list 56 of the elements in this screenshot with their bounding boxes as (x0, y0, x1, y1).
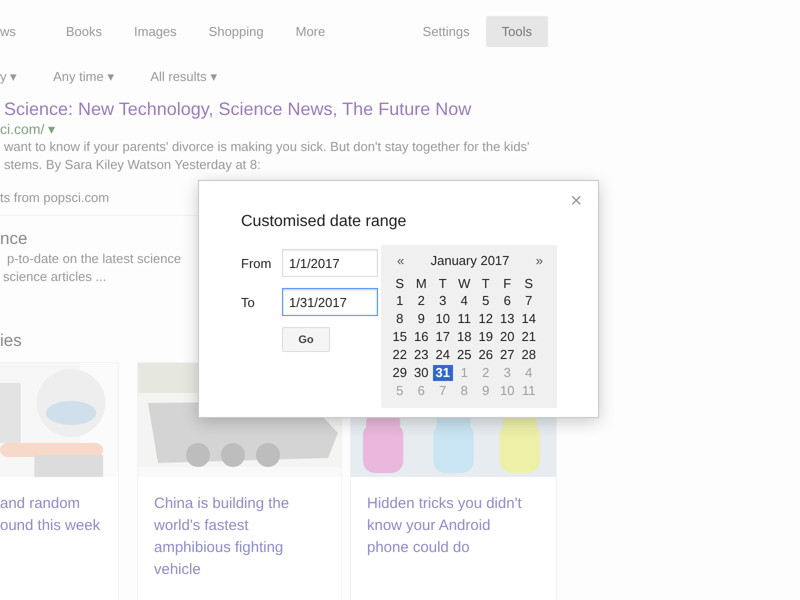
calendar-day[interactable]: 22 (390, 347, 410, 363)
to-label: To (241, 294, 256, 310)
month-title: January 2017 (430, 253, 510, 268)
calendar-day[interactable]: 21 (519, 329, 538, 345)
result-title[interactable]: nce (0, 228, 28, 250)
weekday-label: M (414, 276, 428, 292)
result-snippet: p-to-date on the latest science (7, 250, 182, 268)
weekday-label: S (523, 276, 534, 292)
calendar-day[interactable]: 2 (412, 293, 431, 309)
result-snippet: stems. By Sara Kiley Watson Yesterday at 8: (4, 156, 261, 174)
calendar-day[interactable]: 6 (498, 293, 517, 309)
calendar-day[interactable]: 9 (412, 311, 431, 327)
calendar-day[interactable]: 24 (433, 347, 452, 363)
calendar-day[interactable]: 23 (412, 347, 431, 363)
weekday-label: S (394, 276, 406, 292)
from-date-field[interactable]: 1/1/2017 (282, 249, 378, 277)
nav-tab[interactable]: Tools (486, 16, 548, 46)
dialog-title: Customised date range (241, 213, 408, 231)
calendar-day[interactable]: 11 (454, 311, 474, 327)
calendar-day[interactable]: 26 (476, 347, 496, 363)
calendar-day[interactable]: 17 (433, 329, 452, 345)
result-title[interactable]: Science: New Technology, Science News, The Future Now (4, 98, 472, 120)
calendar-day[interactable]: 1 (390, 293, 410, 309)
result-url: ci.com/ ▾ (0, 120, 56, 138)
calendar-day[interactable]: 30 (412, 365, 431, 381)
calendar-day[interactable]: 15 (390, 329, 410, 345)
calendar-day[interactable]: 28 (519, 347, 538, 363)
next-month-button[interactable]: » (536, 253, 543, 268)
go-button[interactable]: Go (282, 327, 330, 352)
calendar-day[interactable]: 29 (390, 365, 410, 381)
weekday-label: T (480, 276, 491, 292)
calendar-day[interactable]: 13 (498, 311, 517, 327)
result-snippet: science articles ... (3, 268, 106, 286)
calendar-day[interactable]: 8 (390, 311, 410, 327)
calendar-day[interactable]: 31 (433, 365, 452, 381)
calendar-day[interactable]: 3 (433, 293, 452, 309)
calendar-day[interactable]: 4 (454, 293, 474, 309)
weekday-label: W (457, 276, 472, 292)
to-date-field[interactable]: 1/31/2017 (282, 288, 378, 316)
calendar-day[interactable]: 19 (476, 329, 496, 345)
calendar-day[interactable]: 27 (498, 347, 517, 363)
section-heading: ies (0, 330, 22, 352)
previous-month-button[interactable]: « (397, 253, 404, 268)
weekday-label: F (502, 276, 512, 292)
calendar-day[interactable]: 16 (412, 329, 431, 345)
calendar-day[interactable]: 7 (519, 293, 538, 309)
calendar-day[interactable]: 25 (454, 347, 474, 363)
calendar-day[interactable]: 20 (498, 329, 517, 345)
result-snippet: want to know if your parents' divorce is making you sick. But don't stay together for the kids' (4, 138, 530, 156)
calendar-day[interactable]: 12 (476, 311, 496, 327)
calendar-day[interactable]: 5 (476, 293, 496, 309)
weekday-label: T (438, 276, 448, 292)
calendar-day[interactable]: 10 (433, 311, 452, 327)
calendar-day[interactable]: 14 (519, 311, 538, 327)
calendar-day[interactable]: 18 (454, 329, 474, 345)
from-label: From (241, 256, 272, 270)
